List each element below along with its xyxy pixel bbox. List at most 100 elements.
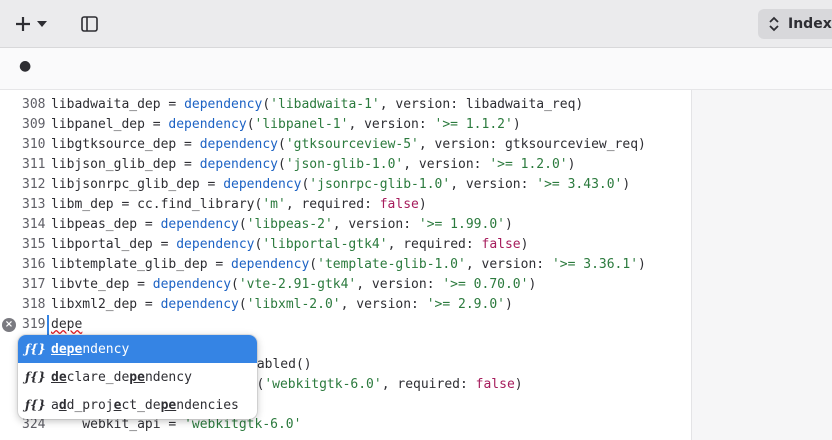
code-token: '>= 1.99.0' — [418, 217, 505, 232]
code-line[interactable]: 316 libtemplate_glib_dep = dependency('te… — [0, 255, 690, 275]
code-token: , required: — [387, 237, 482, 252]
code-token: ) — [514, 377, 523, 392]
code-token: 'libpanel-1' — [254, 117, 349, 132]
code-token: , version: gtksourceview_req) — [418, 137, 646, 152]
code-token: 'jsonrpc-glib-1.0' — [309, 177, 451, 192]
completion-item[interactable]: ƒ{} dependency — [18, 335, 257, 363]
code-line[interactable]: 309 libpanel_dep = dependency('libpanel-1… — [0, 115, 690, 135]
new-menu-button[interactable] — [10, 9, 52, 39]
code-line[interactable]: 311 libjson_glib_dep = dependency('json-g… — [0, 155, 690, 175]
code-token: 'gtksourceview-5' — [285, 137, 419, 152]
line-number: 318 — [22, 297, 46, 312]
code-token: dependency — [176, 237, 255, 252]
code-text[interactable]: libjsonrpc_glib_dep = dependency('jsonrp… — [51, 175, 630, 195]
code-text[interactable]: libtemplate_glib_dep = dependency('templ… — [51, 255, 646, 275]
code-token: , version: — [348, 117, 435, 132]
code-line[interactable]: 310 libgtksource_dep = dependency('gtksou… — [0, 135, 690, 155]
completion-label: declare_dependency — [51, 370, 192, 385]
code-token: dependency — [152, 277, 232, 292]
code-token: false — [379, 197, 419, 212]
code-token: dependency — [231, 257, 310, 272]
code-text[interactable]: nabled() — [249, 355, 312, 375]
code-token: ) — [622, 177, 631, 192]
code-line[interactable]: 308 libadwaita_dep = dependency('libadwai… — [0, 95, 690, 115]
code-text[interactable]: libpeas_dep = dependency('libpeas-2', ve… — [51, 215, 513, 235]
code-token: ) — [528, 277, 537, 292]
code-token: 'libpeas-2' — [246, 217, 333, 232]
code-token: , required: — [285, 197, 380, 212]
line-number: 319 — [22, 317, 46, 332]
error-icon[interactable]: × — [2, 318, 16, 332]
code-text[interactable]: depe — [51, 315, 82, 335]
code-token: , version: libadwaita_req) — [379, 97, 584, 112]
code-line[interactable]: 319 depe — [0, 315, 690, 335]
code-token: , version: — [356, 277, 443, 292]
code-text[interactable]: libjson_glib_dep = dependency('json-glib… — [51, 155, 575, 175]
completion-label-part: de — [51, 369, 67, 385]
code-token: ( — [278, 157, 286, 172]
sidebar-toggle-icon — [80, 16, 98, 32]
code-token: 'libxml-2.0' — [246, 297, 341, 312]
indexing-status-button[interactable]: Indexi — [758, 9, 832, 39]
code-line[interactable]: 317 libvte_dep = dependency('vte-2.91-gtk… — [0, 275, 690, 295]
code-token: '>= 1.1.2' — [434, 117, 513, 132]
code-token: ) — [504, 217, 513, 232]
line-number: 308 — [22, 97, 46, 112]
code-line[interactable]: 312 libjsonrpc_glib_dep = dependency('jso… — [0, 175, 690, 195]
code-line[interactable]: 313 libm_dep = cc.find_library('m', requi… — [0, 195, 690, 215]
completion-item[interactable]: ƒ{} add_project_dependencies — [18, 391, 257, 419]
sidebar-toggle-button[interactable] — [74, 9, 104, 39]
code-token: , required: — [381, 377, 476, 392]
code-token: libtemplate_glib_dep = — [51, 257, 232, 272]
code-line[interactable]: 315 libportal_dep = dependency('libportal… — [0, 235, 690, 255]
completion-item[interactable]: ƒ{} declare_dependency — [18, 363, 257, 391]
code-token: '>= 3.43.0' — [536, 177, 623, 192]
code-token: ) — [520, 237, 529, 252]
completion-label: dependency — [51, 342, 129, 357]
code-text[interactable]: libportal_dep = dependency('libportal-gt… — [51, 235, 528, 255]
code-token: false — [475, 377, 515, 392]
code-text[interactable]: libgtksource_dep = dependency('gtksource… — [51, 135, 646, 155]
code-token: ( — [238, 297, 247, 312]
code-token: ( — [246, 117, 255, 132]
code-token: '>= 2.9.0' — [426, 297, 505, 312]
code-token: '>= 3.36.1' — [551, 257, 639, 272]
code-text[interactable]: libxml2_dep = dependency('libxml-2.0', v… — [51, 295, 513, 315]
tab-bar: ● — [0, 48, 832, 90]
code-text[interactable]: ncy('webkitgtk-6.0', required: false) — [233, 375, 523, 395]
code-token: 'json-glib-1.0' — [285, 157, 404, 172]
code-line[interactable]: 318 libxml2_dep = dependency('libxml-2.0'… — [0, 295, 690, 315]
code-token: 'm' — [262, 197, 286, 212]
code-token: dependency — [199, 157, 278, 172]
code-text[interactable]: libm_dep = cc.find_library('m', required… — [51, 195, 427, 215]
completion-label-part: a — [51, 397, 59, 413]
code-token: , version: — [465, 257, 552, 272]
up-down-icon — [769, 16, 779, 32]
code-token: nabled() — [249, 357, 312, 372]
code-text[interactable]: libadwaita_dep = dependency('libadwaita-… — [51, 95, 583, 115]
modified-indicator[interactable]: ● — [19, 58, 31, 74]
code-token: , version: — [340, 297, 427, 312]
code-token: , version: — [450, 177, 537, 192]
code-token: , version: — [332, 217, 419, 232]
code-text[interactable]: libpanel_dep = dependency('libpanel-1', … — [51, 115, 521, 135]
code-token: libadwaita_dep = — [51, 97, 185, 112]
code-token: ) — [512, 117, 521, 132]
completion-label-part: pe — [160, 397, 177, 413]
code-token: false — [481, 237, 521, 252]
completion-label: add_project_dependencies — [51, 398, 239, 413]
code-token: 'webkitgtk-6.0' — [264, 377, 382, 392]
code-text[interactable]: libvte_dep = dependency('vte-2.91-gtk4',… — [51, 275, 536, 295]
code-token: '>= 0.70.0' — [442, 277, 529, 292]
minimap[interactable] — [691, 90, 832, 440]
plus-icon — [16, 17, 30, 31]
code-token: 'template-glib-1.0' — [317, 257, 466, 272]
completion-label-part: ct_de — [121, 397, 161, 413]
code-token: libm_dep = cc.find_library( — [51, 197, 263, 212]
line-number: 309 — [22, 117, 46, 132]
code-token: 'vte-2.91-gtk4' — [238, 277, 357, 292]
completion-label-part: pe — [129, 369, 145, 385]
code-line[interactable]: 314 libpeas_dep = dependency('libpeas-2',… — [0, 215, 690, 235]
completion-label-part: clare_de — [66, 369, 130, 385]
code-token: libxml2_dep = — [51, 297, 161, 312]
